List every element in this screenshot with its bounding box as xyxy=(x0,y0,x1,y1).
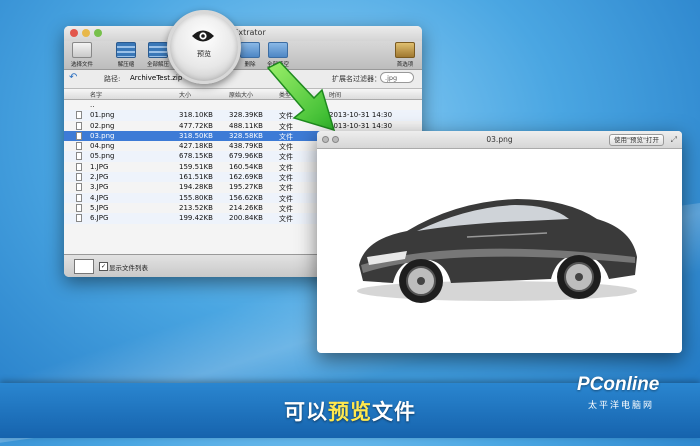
folder-icon xyxy=(72,42,92,58)
cell-size: 155.80KB xyxy=(179,193,213,202)
cell-name: .. xyxy=(90,101,95,109)
preview-button-magnifier[interactable]: 预览 xyxy=(167,10,241,84)
cell-name: 03.png xyxy=(90,131,115,140)
clear-icon xyxy=(268,42,288,58)
select-file-button[interactable]: 选择文件 xyxy=(66,42,98,68)
file-icon xyxy=(76,131,82,140)
cell-name: 2.JPG xyxy=(90,173,109,182)
window-controls xyxy=(70,29,102,37)
cell-name: 05.png xyxy=(90,152,115,161)
path-value: ArchiveTest.zip xyxy=(130,74,183,82)
cell-name: 04.png xyxy=(90,142,115,151)
column-header: 名字 大小 原始大小 类型 时间 xyxy=(64,89,422,100)
file-icon xyxy=(76,111,82,120)
cell-size: 427.18KB xyxy=(179,142,213,151)
path-label: 路径: xyxy=(104,75,121,83)
wrench-icon xyxy=(395,42,415,58)
open-with-preview-button[interactable]: 使用"预览"打开 xyxy=(609,134,664,146)
preferences-button[interactable]: 首选项 xyxy=(389,42,421,68)
pconline-logo-subtitle: 太平洋电脑网 xyxy=(588,401,655,411)
cell-original-size: 160.54KB xyxy=(229,162,263,171)
file-icon xyxy=(76,142,82,151)
cell-original-size: 195.27KB xyxy=(229,183,263,192)
list-view-icon[interactable] xyxy=(74,259,94,274)
file-icon xyxy=(76,173,82,182)
file-icon xyxy=(76,162,82,171)
cell-type: 文件 xyxy=(279,215,293,224)
file-icon xyxy=(76,152,82,161)
cell-name: 02.png xyxy=(90,121,115,130)
file-icon xyxy=(76,203,82,212)
preview-button-label: 预览 xyxy=(197,50,211,58)
cell-size: 318.10KB xyxy=(179,111,213,120)
close-window-button[interactable] xyxy=(70,29,78,37)
minimize-window-button[interactable] xyxy=(82,29,90,37)
column-original-size[interactable]: 原始大小 xyxy=(229,90,253,99)
cell-original-size: 328.39KB xyxy=(229,111,263,120)
cell-size: 678.15KB xyxy=(179,152,213,161)
extension-filter-input[interactable] xyxy=(380,72,414,83)
cell-name: 5.JPG xyxy=(90,203,109,212)
table-row[interactable]: 01.png 318.10KB 328.39KB 文件 2013-10-31 14:30 xyxy=(64,110,422,121)
preview-title-bar: 03.png 使用"预览"打开 ⤢ xyxy=(317,131,682,149)
delete-icon xyxy=(240,42,260,58)
cell-name: 3.JPG xyxy=(90,183,109,192)
file-icon xyxy=(76,193,82,202)
cell-original-size: 328.58KB xyxy=(229,131,263,140)
show-file-list-label: 显示文件列表 xyxy=(109,264,148,272)
cell-size: 159.51KB xyxy=(179,162,213,171)
car-sketch-image xyxy=(357,199,637,303)
cell-size: 318.50KB xyxy=(179,131,213,140)
cell-size: 161.51KB xyxy=(179,173,213,182)
cell-original-size: 156.62KB xyxy=(229,193,263,202)
column-name[interactable]: 名字 xyxy=(90,90,102,99)
fullscreen-icon[interactable]: ⤢ xyxy=(671,135,677,145)
cell-original-size: 488.11KB xyxy=(229,121,263,130)
file-icon xyxy=(76,121,82,130)
cell-name: 1.JPG xyxy=(90,162,109,171)
caption-highlight: 预览 xyxy=(328,400,372,424)
cell-size: 194.28KB xyxy=(179,183,213,192)
table-row[interactable]: .. xyxy=(64,100,422,110)
zoom-window-button[interactable] xyxy=(94,29,102,37)
cell-original-size: 214.26KB xyxy=(229,203,263,212)
title-bar: 7zExtrator xyxy=(64,26,422,41)
pconline-logo: PConline xyxy=(577,374,660,395)
cell-name: 4.JPG xyxy=(90,193,109,202)
cell-name: 6.JPG xyxy=(90,214,109,223)
file-icon xyxy=(76,183,82,192)
cell-original-size: 200.84KB xyxy=(229,214,263,223)
cell-original-size: 438.79KB xyxy=(229,142,263,151)
preview-window: 03.png 使用"预览"打开 ⤢ xyxy=(317,131,682,353)
eye-icon xyxy=(192,30,214,42)
green-arrow-icon xyxy=(266,61,336,132)
cell-size: 213.52KB xyxy=(179,203,213,212)
cell-name: 01.png xyxy=(90,111,115,120)
show-file-list-checkbox[interactable]: ✓ xyxy=(99,262,108,271)
column-size[interactable]: 大小 xyxy=(179,90,191,99)
cell-size: 199.42KB xyxy=(179,214,213,223)
toolbar: 选择文件 解压缩 全部解压 缩 删除 全部清空 首选项 xyxy=(64,41,422,70)
cell-original-size: 679.96KB xyxy=(229,152,263,161)
table-row[interactable]: 02.png 477.72KB 488.11KB 文件 2013-10-31 14:30 xyxy=(64,121,422,131)
cell-size: 477.72KB xyxy=(179,121,213,130)
file-icon xyxy=(76,214,82,223)
cell-original-size: 162.69KB xyxy=(229,173,263,182)
path-bar: ↶ 路径: ArchiveTest.zip 扩展名过滤器： xyxy=(64,70,422,89)
back-arrow-icon[interactable]: ↶ xyxy=(69,73,81,83)
extract-button[interactable]: 解压缩 xyxy=(110,42,142,68)
archive-icon xyxy=(116,42,136,58)
